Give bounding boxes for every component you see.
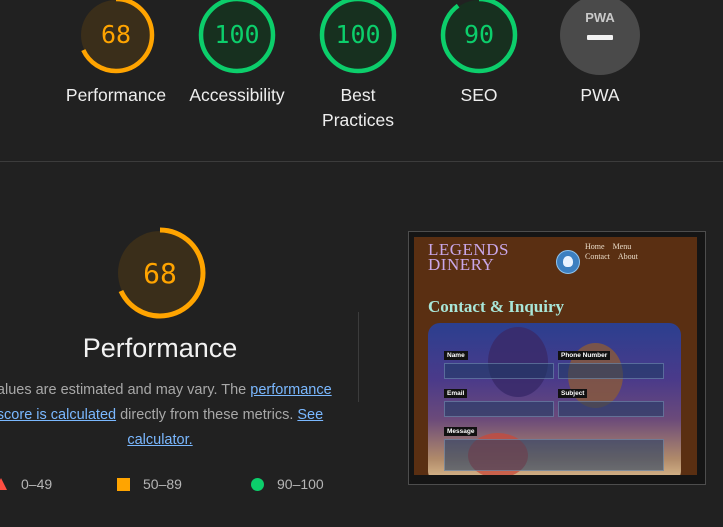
description-text-mid: directly from these metrics. bbox=[116, 407, 298, 423]
description-text: Values are estimated and may vary. The bbox=[0, 382, 247, 398]
gauge-accessibility[interactable]: 100 Accessibility bbox=[177, 0, 297, 108]
gauge-label: Accessibility bbox=[189, 85, 285, 105]
legend-range: 0–49 bbox=[21, 476, 53, 492]
gauge-score: 100 bbox=[335, 20, 380, 49]
performance-gauge-large: 68 bbox=[113, 226, 207, 320]
gauge-ring: 90 bbox=[440, 0, 518, 74]
nav-contact: Contact bbox=[585, 252, 610, 261]
triangle-icon bbox=[0, 478, 7, 490]
field-name-input bbox=[444, 363, 554, 379]
performance-title: Performance bbox=[82, 333, 238, 363]
vertical-divider bbox=[358, 312, 359, 402]
gauge-performance[interactable]: 68 Performance bbox=[56, 0, 176, 108]
field-label-email: Email bbox=[444, 389, 468, 398]
gauge-label: Best Practices bbox=[322, 85, 394, 130]
gauge-ring-large: 68 bbox=[114, 227, 206, 319]
performance-description: Values are estimated and may vary. The p… bbox=[0, 378, 332, 453]
contact-form-card: Name Phone Number Email Subject Message bbox=[428, 323, 681, 475]
field-message-input bbox=[444, 439, 664, 471]
legend-range: 90–100 bbox=[277, 476, 324, 492]
gauge-label: Performance bbox=[65, 85, 167, 105]
site-avatar-icon bbox=[556, 250, 580, 274]
section-divider bbox=[0, 161, 723, 162]
field-phone-input bbox=[558, 363, 664, 379]
circle-icon bbox=[251, 477, 264, 491]
gauge-score: 100 bbox=[214, 20, 259, 49]
field-label-subject: Subject bbox=[558, 389, 588, 398]
gauge-ring: 100 bbox=[319, 0, 397, 74]
field-subject-input bbox=[558, 401, 664, 417]
legend-range: 50–89 bbox=[143, 476, 182, 492]
gauge-label: SEO bbox=[460, 85, 498, 105]
legend-fail: 0–49 bbox=[0, 476, 52, 492]
nav-home: Home bbox=[585, 242, 605, 251]
site-logo: LEGENDS DINERY bbox=[428, 241, 509, 274]
gauge-seo[interactable]: 90 SEO bbox=[419, 0, 539, 108]
gauge-score: 68 bbox=[101, 20, 131, 49]
logo-line: DINERY bbox=[428, 255, 495, 274]
nav-menu: Menu bbox=[612, 242, 632, 251]
field-label-message: Message bbox=[444, 427, 478, 436]
nav-about: About bbox=[617, 252, 638, 261]
field-label-phone: Phone Number bbox=[558, 351, 611, 360]
gauge-label: PWA bbox=[580, 85, 620, 105]
screenshot-page: LEGENDS DINERY Home Menu Contact About Con… bbox=[414, 237, 697, 475]
final-screenshot[interactable]: LEGENDS DINERY Home Menu Contact About Con… bbox=[408, 231, 706, 485]
artwork-shape bbox=[488, 327, 548, 397]
square-icon bbox=[117, 477, 130, 491]
gauge-score: 90 bbox=[464, 20, 494, 49]
site-heading: Contact & Inquiry bbox=[428, 297, 565, 316]
gauge-pwa[interactable]: PWA PWA bbox=[540, 0, 660, 108]
gauge-best-practices[interactable]: 100 Best Practices bbox=[298, 0, 418, 133]
performance-score: 68 bbox=[143, 257, 177, 290]
field-label-name: Name bbox=[444, 351, 468, 360]
gauge-ring: 68 bbox=[77, 0, 155, 74]
pwa-badge-icon: PWA bbox=[560, 0, 640, 75]
site-nav: Home Menu Contact About bbox=[585, 242, 646, 262]
legend-pass: 90–100 bbox=[251, 476, 324, 492]
pwa-badge-text: PWA bbox=[585, 10, 615, 25]
field-email-input bbox=[444, 401, 554, 417]
gauge-ring: 100 bbox=[198, 0, 276, 74]
legend-average: 50–89 bbox=[117, 476, 182, 492]
